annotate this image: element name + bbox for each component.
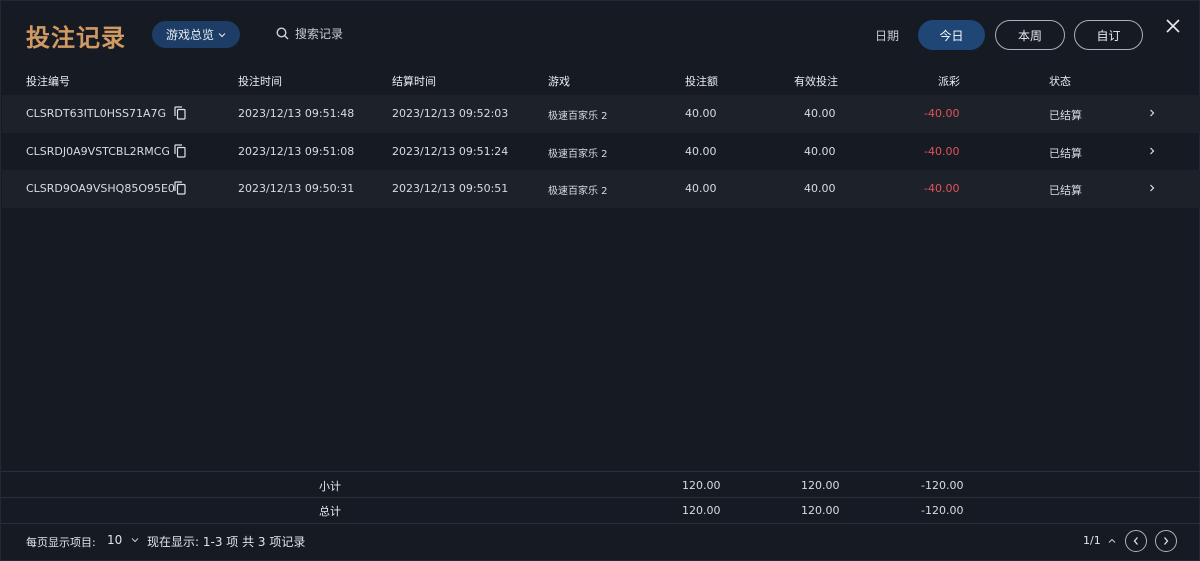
- chevron-right-icon: [1164, 537, 1169, 545]
- payout: -40.00: [924, 182, 960, 195]
- settle-time: 2023/12/13 09:51:24: [392, 145, 509, 158]
- date-custom-button[interactable]: 自订: [1074, 20, 1143, 50]
- chevron-right-icon[interactable]: [1149, 146, 1155, 156]
- game-name: 极速百家乐 2: [548, 149, 608, 160]
- total-payout: -120.00: [921, 504, 964, 517]
- footer-divider: [1, 523, 1200, 524]
- payout: -40.00: [924, 107, 960, 120]
- chevron-down-icon: [218, 32, 226, 37]
- subtotal-valid: 120.00: [801, 479, 840, 492]
- per-page-value: 10: [107, 533, 123, 547]
- col-game: 游戏: [548, 75, 570, 88]
- table-row[interactable]: CLSRDJ0A9VSTCBL2RMCG 2023/12/13 09:51:08…: [2, 133, 1200, 171]
- summary-divider: [1, 497, 1200, 498]
- bet-amount: 40.00: [685, 107, 717, 120]
- subtotal-payout: -120.00: [921, 479, 964, 492]
- col-bet-id: 投注编号: [26, 75, 70, 88]
- per-page-label: 每页显示项目:: [26, 536, 96, 549]
- search-icon: [276, 27, 289, 40]
- valid-bet: 40.00: [804, 145, 836, 158]
- bet-id: CLSRDJ0A9VSTCBL2RMCG: [26, 145, 170, 158]
- search-placeholder: 搜索记录: [295, 27, 344, 41]
- payout: -40.00: [924, 145, 960, 158]
- bet-id: CLSRD9OA9VSHQ85O95E0: [26, 182, 175, 195]
- chevron-left-icon: [1133, 537, 1138, 545]
- summary-divider: [1, 471, 1200, 472]
- game-filter-label: 游戏总览: [166, 28, 215, 42]
- game-name: 极速百家乐 2: [548, 111, 608, 122]
- subtotal-amount: 120.00: [682, 479, 721, 492]
- chevron-right-icon[interactable]: [1149, 108, 1155, 118]
- total-valid: 120.00: [801, 504, 840, 517]
- showing-text: 现在显示: 1-3 项 共 3 项记录: [147, 535, 306, 549]
- game-name: 极速百家乐 2: [548, 186, 608, 197]
- bet-time: 2023/12/13 09:51:48: [238, 107, 355, 120]
- col-status: 状态: [1049, 75, 1071, 88]
- bet-records-dialog: 投注记录 游戏总览 搜索记录 日期 今日 本周 自订 投注编号 投注时间 结算时…: [0, 0, 1200, 561]
- bet-amount: 40.00: [685, 182, 717, 195]
- prev-page-button[interactable]: [1125, 530, 1147, 552]
- status: 已结算: [1049, 147, 1082, 160]
- copy-icon[interactable]: [174, 181, 186, 195]
- per-page-select[interactable]: 10: [107, 533, 139, 547]
- next-page-button[interactable]: [1155, 530, 1177, 552]
- game-filter-dropdown[interactable]: 游戏总览: [152, 21, 241, 48]
- status: 已结算: [1049, 109, 1082, 122]
- copy-icon[interactable]: [174, 106, 186, 120]
- valid-bet: 40.00: [804, 107, 836, 120]
- valid-bet: 40.00: [804, 182, 836, 195]
- settle-time: 2023/12/13 09:52:03: [392, 107, 509, 120]
- bet-amount: 40.00: [685, 145, 717, 158]
- bet-time: 2023/12/13 09:50:31: [238, 182, 355, 195]
- col-bet-time: 投注时间: [238, 75, 282, 88]
- status: 已结算: [1049, 184, 1082, 197]
- col-payout: 派彩: [938, 75, 960, 88]
- col-amount: 投注额: [685, 75, 718, 88]
- bet-time: 2023/12/13 09:51:08: [238, 145, 355, 158]
- page-number: 1/1: [1083, 534, 1101, 547]
- total-amount: 120.00: [682, 504, 721, 517]
- close-icon[interactable]: [1164, 17, 1182, 35]
- subtotal-label: 小计: [319, 480, 341, 493]
- chevron-down-icon: [131, 538, 139, 543]
- date-label: 日期: [875, 29, 900, 43]
- page-title: 投注记录: [26, 24, 126, 52]
- copy-icon[interactable]: [174, 144, 186, 158]
- chevron-up-icon: [1108, 538, 1116, 543]
- date-week-button[interactable]: 本周: [995, 20, 1065, 50]
- page-indicator[interactable]: 1/1: [1083, 534, 1116, 547]
- col-valid-bet: 有效投注: [794, 75, 838, 88]
- date-today-button[interactable]: 今日: [918, 20, 985, 50]
- search-field[interactable]: 搜索记录: [276, 25, 343, 42]
- table-row[interactable]: CLSRDT63ITL0HSS71A7G 2023/12/13 09:51:48…: [2, 95, 1200, 133]
- chevron-right-icon[interactable]: [1149, 183, 1155, 193]
- table-row[interactable]: CLSRD9OA9VSHQ85O95E0 2023/12/13 09:50:31…: [2, 170, 1200, 208]
- settle-time: 2023/12/13 09:50:51: [392, 182, 509, 195]
- bet-id: CLSRDT63ITL0HSS71A7G: [26, 107, 166, 120]
- total-label: 总计: [319, 505, 341, 518]
- col-settle-time: 结算时间: [392, 75, 436, 88]
- table-header: 投注编号 投注时间 结算时间 游戏 投注额 有效投注 派彩 状态: [1, 66, 1200, 94]
